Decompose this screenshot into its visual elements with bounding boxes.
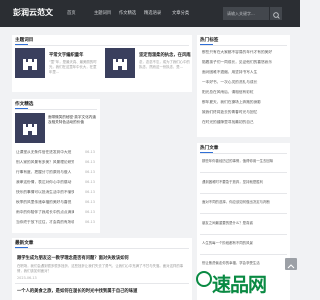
search-button[interactable] <box>269 7 282 20</box>
castle-icon <box>23 59 37 70</box>
list-item[interactable]: 别人家的风景有多美？风景理论研究 <box>16 160 74 165</box>
nav-topics[interactable]: 主题词目 <box>94 10 111 16</box>
article-title[interactable]: 跟学生成为朋友这一教学理念是否有问题？面对失败该如何 <box>17 255 189 261</box>
topic-desc: “童”年，是最天真、最美丽的时光，我们在这童年中长大，在童年里... <box>49 60 97 74</box>
hot-item[interactable]: 阳光总在风雨后，请相信有彩虹 <box>202 90 286 95</box>
castle-icon <box>113 59 127 70</box>
topic-thumb[interactable] <box>15 48 45 78</box>
section-title: 作文精选 <box>15 102 34 107</box>
topic-title[interactable]: 平常文字编织童年 <box>49 52 99 58</box>
section-title: 热门文章 <box>200 146 219 151</box>
hot-item[interactable]: 致我们终将逝去的青春时光与回忆 <box>202 110 286 115</box>
divider <box>15 248 189 249</box>
section-title: 主题词目 <box>15 38 34 43</box>
watermark: 速品网 <box>212 274 267 296</box>
list-item[interactable]: 秋季的风里传递幸福的美好与喜悦 <box>16 200 74 205</box>
nav-categories[interactable]: 文章分类 <box>172 10 189 16</box>
latest-section: 最新文章 跟学生成为朋友这一教学理念是否有问题？面对失败该如何 在职场，我们会遇… <box>12 238 192 300</box>
hot-item[interactable]: 陪着孩子们一同成长，见证他们的喜怒哀乐 <box>202 60 286 65</box>
hot-item[interactable]: 面对困难不退缩，用坚持书写人生 <box>202 70 286 75</box>
list-item[interactable]: 当你终于放下过往，才会真的有所收获 <box>16 220 74 225</box>
article-desc: 在职场，我们会遇到很多很多挫折，这些挫折让我们失去了勇气，让我们心中充满了不甘与… <box>17 264 184 273</box>
site-logo[interactable]: 彭润云范文 <box>13 7 53 18</box>
feature-title[interactable]: 面带微笑的秘密·英字文化内涵及相关特色活动的价值 <box>48 115 97 145</box>
nav-quotes[interactable]: 精选语录 <box>144 10 161 16</box>
recommend-item[interactable]: 朋友之间最重要的是什么？是真诚 <box>202 221 284 231</box>
list-item[interactable]: 快乐的事情可以抵消生活中的不愉快 <box>16 190 74 195</box>
divider <box>200 254 287 255</box>
list-item[interactable]: 让课堂从无条件信任进发到中大班 <box>16 150 74 155</box>
divider <box>15 283 189 284</box>
divider <box>200 153 287 154</box>
divider <box>200 45 287 46</box>
back-to-top-button[interactable] <box>285 258 297 270</box>
list-item[interactable]: 雨中的你陪伴了我成长中的点点滴滴 <box>16 210 74 215</box>
watermark-logo <box>196 271 212 287</box>
topic-desc: 念，念念不忘，成为了我们心中的执念，然而这一份执念，是... <box>139 60 190 69</box>
section-title: 最新文章 <box>15 241 34 246</box>
essay-section: 作文精选 面带微笑的秘密·英字文化内涵及相关特色活动的价值 让课堂从无条件信任进… <box>12 99 100 233</box>
section-title: 热门标签 <box>200 38 219 43</box>
topic-title[interactable]: 坚定而温柔的执念，在风雨里舍弃 <box>139 52 191 58</box>
list-item[interactable]: 行事有度，把握分寸的原则与做人 <box>16 170 74 175</box>
article-meta: 2023-06-13 <box>17 276 37 280</box>
top-header: 彭润云范文 首页 主题词目 作文精选 精选语录 文章分类 请输入关键字... <box>0 0 300 27</box>
hot-item[interactable]: 一本好书，一次心灵的洗礼与成长 <box>202 80 286 85</box>
search-input[interactable]: 请输入关键字... <box>223 7 269 20</box>
list-date: 06-13 <box>85 160 95 164</box>
hot-item[interactable]: 在时光的缝隙里寻找最初的自己 <box>202 120 286 125</box>
list-date: 06-13 <box>85 220 95 224</box>
arrow-up-icon <box>287 264 295 269</box>
recommend-item[interactable]: 人生的每一个阶段都有不同的风景 <box>202 241 284 251</box>
topic-thumb[interactable] <box>105 48 135 78</box>
recommend-item[interactable]: 那些年你曾经历过的事情，值得你用一生去回味 <box>202 159 284 169</box>
topic-section: 主题词目 平常文字编织童年 “童”年，是最天真、最美丽的时光，我们在这童年中长大… <box>12 35 192 92</box>
list-date: 06-13 <box>85 150 95 154</box>
hot-item[interactable]: 那些只有在大家都不容易的年代才有的美好 <box>202 50 286 55</box>
divider <box>15 45 189 46</box>
divider <box>15 109 97 110</box>
castle-icon <box>23 124 37 135</box>
hot-section: 热门标签 那些只有在大家都不容易的年代才有的美好 陪着孩子们一同成长，见证他们的… <box>197 35 290 137</box>
list-date: 06-13 <box>85 210 95 214</box>
divider <box>200 213 287 214</box>
article-title[interactable]: 一个人的美食之旅，是如何在漫长的时光中找到属于自己的味道 <box>17 288 189 294</box>
nav-home[interactable]: 首页 <box>67 10 76 16</box>
list-date: 06-13 <box>85 170 95 174</box>
list-date: 06-13 <box>85 190 95 194</box>
recommend-item[interactable]: 遇到困难时不要急于放弃，坚持就是胜利 <box>202 180 284 190</box>
list-date: 06-13 <box>85 200 95 204</box>
divider <box>200 193 287 194</box>
feature-thumb[interactable] <box>15 113 45 143</box>
list-date: 06-13 <box>85 180 95 184</box>
list-item[interactable]: 我拿这份情，表达对你心中的感动 <box>16 180 74 185</box>
search-icon <box>273 12 280 19</box>
hot-item[interactable]: 那年夏天，我们在操场上奔跑的身影 <box>202 100 286 105</box>
nav-essays[interactable]: 作文精选 <box>119 10 136 16</box>
divider <box>200 234 287 235</box>
recommend-item[interactable]: 面对不同的选择，你应该如何做出决定与判断 <box>202 200 284 210</box>
divider <box>200 172 287 173</box>
